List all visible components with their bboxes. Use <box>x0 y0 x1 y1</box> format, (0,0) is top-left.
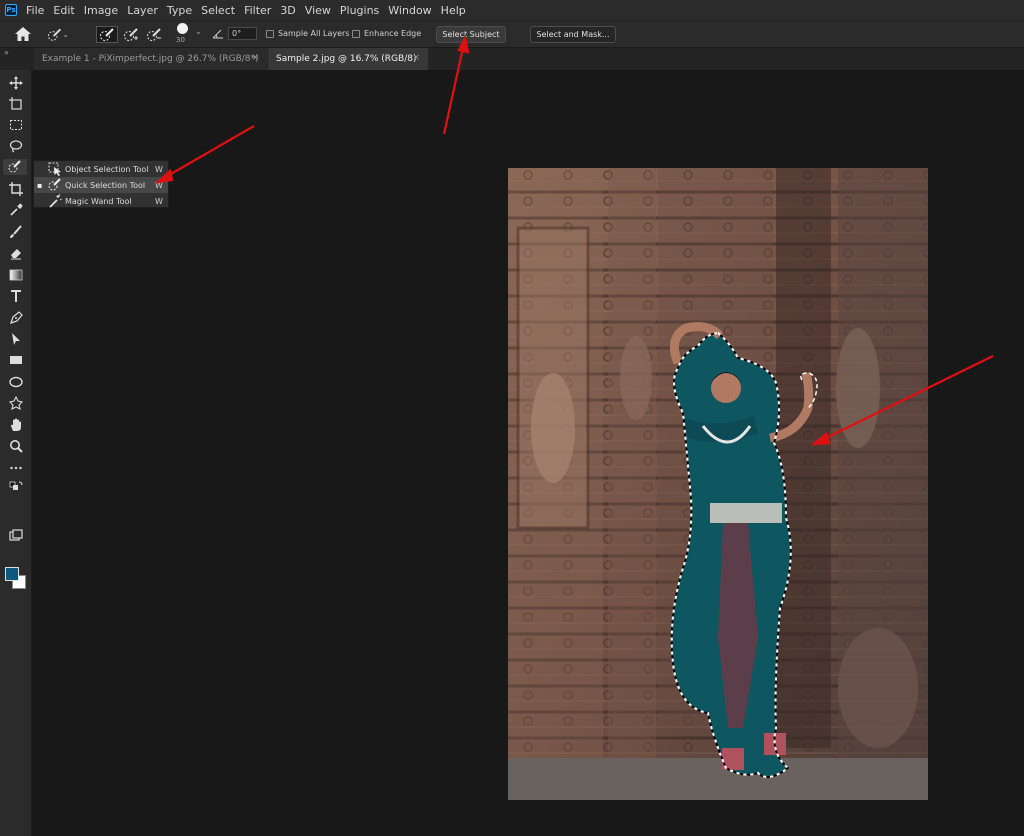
menu-bar: Ps File Edit Image Layer Type Select Fil… <box>0 0 1024 20</box>
menu-type[interactable]: Type <box>167 4 192 17</box>
magic-wand-icon <box>49 194 62 208</box>
flyout-item-shortcut: W <box>155 164 163 174</box>
quick-mask-mode-icon[interactable] <box>8 528 24 544</box>
lasso-tool-icon[interactable] <box>8 138 24 154</box>
tab-sample-2[interactable]: Sample 2.jpg @ 16.7% (RGB/8) × <box>268 48 428 70</box>
temple-dancer-photo <box>508 168 928 800</box>
brush-size-value: 30 <box>176 36 185 44</box>
gradient-tool-icon[interactable] <box>8 267 24 283</box>
document-tabs-bar: » Example 1 - PiXimperfect.jpg @ 26.7% (… <box>0 48 1024 70</box>
new-selection-icon <box>100 27 114 41</box>
menu-view[interactable]: View <box>305 4 331 17</box>
quick-selection-tool-icon[interactable] <box>3 159 27 175</box>
subtract-from-selection-mode-button[interactable] <box>143 26 165 43</box>
brush-preview-icon[interactable] <box>177 23 188 34</box>
flyout-item-label: Magic Wand Tool <box>65 196 132 206</box>
move-tool-icon[interactable] <box>8 75 24 91</box>
menu-filter[interactable]: Filter <box>244 4 271 17</box>
tools-panel <box>0 70 32 836</box>
tool-preset-picker[interactable]: ⌄ <box>47 26 69 43</box>
eyedropper-tool-icon[interactable] <box>8 202 24 218</box>
document-image[interactable] <box>508 168 928 800</box>
chevron-down-icon: ⌄ <box>62 30 69 39</box>
flyout-item-shortcut: W <box>155 196 163 206</box>
collapse-panels-icon[interactable]: » <box>4 48 9 57</box>
menu-edit[interactable]: Edit <box>53 4 74 17</box>
menu-file[interactable]: File <box>26 4 44 17</box>
brush-tool-icon[interactable] <box>8 224 24 240</box>
brush-picker-chevron-icon[interactable]: ⌄ <box>195 27 202 36</box>
path-selection-tool-icon[interactable] <box>8 331 24 347</box>
close-icon[interactable]: × <box>251 53 259 63</box>
menu-help[interactable]: Help <box>441 4 466 17</box>
add-to-selection-mode-button[interactable] <box>120 26 142 43</box>
flyout-magic-wand-tool[interactable]: Magic Wand Tool W <box>34 193 168 209</box>
menu-3d[interactable]: 3D <box>280 4 295 17</box>
sample-all-layers-label: Sample All Layers <box>278 29 350 38</box>
hand-tool-icon[interactable] <box>8 417 24 433</box>
flyout-item-shortcut: W <box>155 180 163 190</box>
options-bar: ⌄ 30 ⌄ 0° Sample All Layers Enhance Edge… <box>0 20 1024 48</box>
flyout-item-label: Object Selection Tool <box>65 164 149 174</box>
zoom-tool-icon[interactable] <box>8 438 24 454</box>
active-tool-bullet-icon: ▪ <box>37 180 43 190</box>
menu-image[interactable]: Image <box>84 4 118 17</box>
close-icon[interactable]: × <box>412 53 420 63</box>
enhance-edge-checkbox[interactable] <box>352 30 360 38</box>
rectangle-tool-icon[interactable] <box>8 352 24 368</box>
home-icon[interactable] <box>14 26 32 42</box>
select-and-mask-button[interactable]: Select and Mask... <box>530 26 616 43</box>
pen-tool-icon[interactable] <box>8 310 24 326</box>
angle-input[interactable]: 0° <box>228 27 257 40</box>
subtract-from-selection-icon <box>147 27 161 41</box>
menu-layer[interactable]: Layer <box>127 4 158 17</box>
rectangular-marquee-tool-icon[interactable] <box>8 117 24 133</box>
tab-label: Sample 2.jpg @ 16.7% (RGB/8) <box>276 54 417 64</box>
artboard-tool-icon[interactable] <box>8 96 24 112</box>
tab-label: Example 1 - PiXimperfect.jpg @ 26.7% (RG… <box>42 54 259 64</box>
ellipse-tool-icon[interactable] <box>8 374 24 390</box>
menu-plugins[interactable]: Plugins <box>340 4 379 17</box>
type-tool-icon[interactable] <box>8 288 24 304</box>
more-tools-icon[interactable] <box>8 460 24 476</box>
menu-window[interactable]: Window <box>388 4 431 17</box>
angle-icon <box>212 29 223 39</box>
custom-shape-tool-icon[interactable] <box>8 395 24 411</box>
default-colors-icon[interactable] <box>8 480 24 496</box>
tab-example-1[interactable]: Example 1 - PiXimperfect.jpg @ 26.7% (RG… <box>34 48 267 70</box>
add-to-selection-icon <box>124 27 138 41</box>
photoshop-logo-icon: Ps <box>5 4 17 16</box>
menu-select[interactable]: Select <box>201 4 235 17</box>
quick-selection-preset-icon <box>47 28 62 41</box>
enhance-edge-label: Enhance Edge <box>364 29 422 38</box>
foreground-color-swatch[interactable] <box>5 567 19 581</box>
flyout-item-label: Quick Selection Tool <box>65 180 146 190</box>
select-subject-button[interactable]: Select Subject <box>436 26 506 43</box>
flyout-object-selection-tool[interactable]: Object Selection Tool W <box>34 161 168 177</box>
eraser-tool-icon[interactable] <box>8 245 24 261</box>
new-selection-mode-button[interactable] <box>96 26 118 43</box>
flyout-quick-selection-tool[interactable]: ▪ Quick Selection Tool W <box>34 177 168 193</box>
sample-all-layers-checkbox[interactable] <box>266 30 274 38</box>
selection-tools-flyout: Object Selection Tool W ▪ Quick Selectio… <box>33 160 169 208</box>
crop-tool-icon[interactable] <box>8 181 24 197</box>
object-selection-icon <box>48 162 61 176</box>
quick-selection-icon <box>48 178 61 191</box>
